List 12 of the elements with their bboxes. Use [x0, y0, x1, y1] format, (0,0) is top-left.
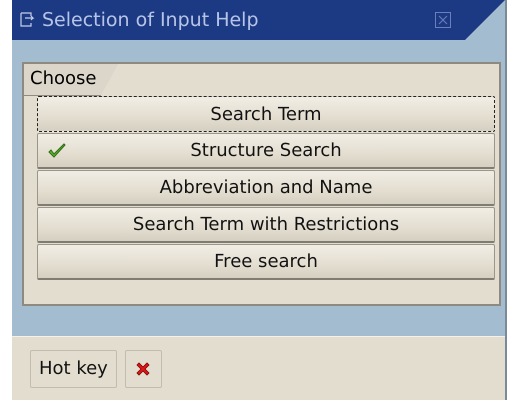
- cancel-icon: [135, 360, 152, 376]
- option-button[interactable]: Search Term with Restrictions: [37, 207, 495, 243]
- close-icon[interactable]: [435, 12, 451, 28]
- option-button[interactable]: Structure Search: [37, 133, 495, 169]
- window-title: Selection of Input Help: [42, 9, 260, 31]
- option-button[interactable]: Free search: [37, 244, 495, 280]
- hot-key-button[interactable]: Hot key: [30, 350, 117, 388]
- option-button[interactable]: Search Term: [37, 96, 495, 132]
- tab[interactable]: Choose: [24, 64, 118, 96]
- cancel-button[interactable]: [124, 350, 162, 388]
- option-button[interactable]: Abbreviation and Name: [37, 170, 495, 206]
- checkmark-icon: [48, 143, 66, 159]
